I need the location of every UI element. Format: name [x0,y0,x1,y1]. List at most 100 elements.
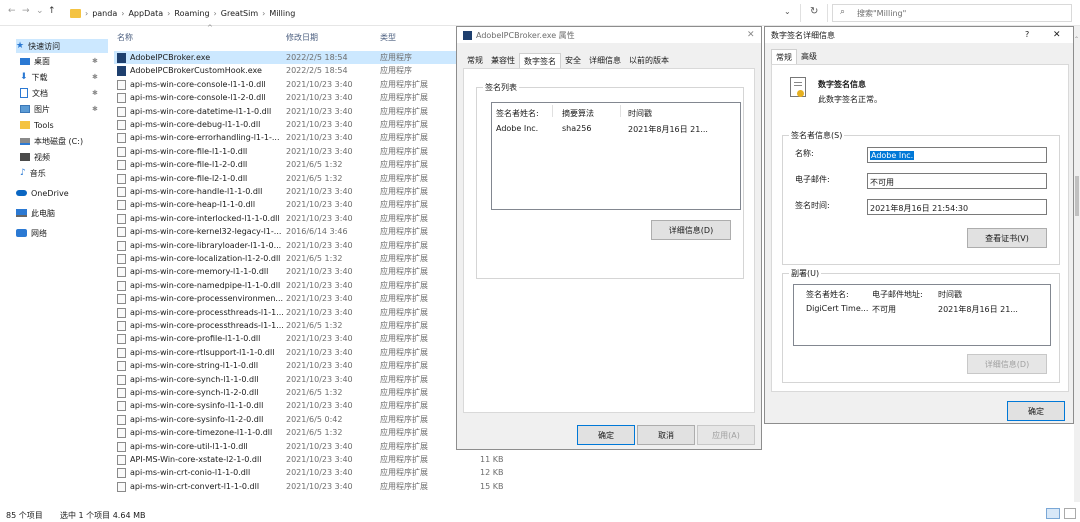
crumb-2[interactable]: AppData [128,9,163,18]
column-header-date[interactable]: 修改日期 [286,32,318,43]
table-row[interactable]: api-ms-win-crt-convert-l1-1-0.dll 2021/10… [114,480,459,493]
table-row[interactable]: api-ms-win-core-file-l1-2-0.dll 2021/6/5 … [114,158,459,171]
table-row[interactable]: API-MS-Win-core-xstate-l2-1-0.dll 2021/10… [114,453,459,466]
table-row[interactable]: api-ms-win-core-rtlsupport-l1-1-0.dll 202… [114,346,459,359]
table-row[interactable]: AdobeIPCBrokerCustomHook.exe 2022/2/5 18:… [114,64,459,77]
table-row[interactable]: api-ms-win-core-processthreads-l1-1... 20… [114,319,459,332]
table-row[interactable]: api-ms-win-core-debug-l1-1-0.dll 2021/10/… [114,118,459,131]
table-row[interactable]: api-ms-win-core-libraryloader-l1-1-0... 2… [114,239,459,252]
tab-digital-signatures[interactable]: 数字签名 [519,53,561,69]
table-row[interactable]: api-ms-win-core-sysinfo-l1-1-0.dll 2021/1… [114,399,459,412]
sidebar-item-pictures[interactable]: 图片 ✱ [20,102,98,116]
countersignature-list[interactable]: 签名者姓名: 电子邮件地址: 时间戳 DigiCert Time... 不可用 … [793,284,1051,346]
table-row[interactable]: api-ms-win-core-file-l1-1-0.dll 2021/10/2… [114,145,459,158]
pin-icon[interactable]: ✱ [92,57,98,65]
column-header-signer[interactable]: 签名者姓名: [496,108,539,119]
list-item[interactable]: Adobe Inc. sha256 2021年8月16日 21... [492,122,740,135]
name-field[interactable]: Adobe Inc. [867,147,1047,163]
apply-button[interactable]: 应用(A) [697,425,755,445]
signing-time-field[interactable]: 2021年8月16日 21:54:30 [867,199,1047,215]
sidebar-item-onedrive[interactable]: OneDrive [16,186,69,200]
table-row[interactable]: api-ms-win-core-heap-l1-1-0.dll 2021/10/2… [114,198,459,211]
details-view-icon[interactable] [1046,508,1060,519]
back-arrow-icon[interactable]: ← [8,6,16,16]
column-header-type[interactable]: 类型 [380,32,396,43]
ok-button[interactable]: 确定 [1007,401,1065,421]
pin-icon[interactable]: ✱ [92,73,98,81]
column-header-digest[interactable]: 摘要算法 [562,108,594,119]
tab-advanced[interactable]: 高级 [797,49,821,65]
search-input[interactable]: ⌕ 搜索"Milling" [832,4,1072,22]
pin-icon[interactable]: ✱ [92,105,98,113]
sidebar-item-quick-access[interactable]: ★ 快速访问 [16,39,108,53]
table-row[interactable]: api-ms-win-core-interlocked-l1-1-0.dll 20… [114,212,459,225]
close-icon[interactable]: ✕ [1053,30,1061,40]
column-header-email[interactable]: 电子邮件地址: [872,289,923,300]
table-row[interactable]: api-ms-win-core-console-l1-1-0.dll 2021/1… [114,78,459,91]
sidebar-item-downloads[interactable]: ⬇ 下载 ✱ [20,70,98,84]
email-field[interactable]: 不可用 [867,173,1047,189]
table-row[interactable]: api-ms-win-core-synch-l1-1-0.dll 2021/10/… [114,373,459,386]
column-header-timestamp[interactable]: 时间戳 [938,289,962,300]
table-row[interactable]: api-ms-win-core-memory-l1-1-0.dll 2021/10… [114,265,459,278]
crumb-3[interactable]: Roaming [174,9,209,18]
table-row[interactable]: api-ms-win-core-handle-l1-1-0.dll 2021/10… [114,185,459,198]
tab-security[interactable]: 安全 [561,53,585,69]
cancel-button[interactable]: 取消 [637,425,695,445]
tab-details[interactable]: 详细信息 [585,53,625,69]
help-icon[interactable]: ? [1025,30,1029,39]
countersignature-details-button[interactable]: 详细信息(D) [967,354,1047,374]
up-arrow-icon[interactable]: ↑ [48,6,56,16]
tab-general[interactable]: 常规 [771,49,797,65]
table-row[interactable]: api-ms-win-core-processthreads-l1-1... 20… [114,306,459,319]
scroll-up-icon[interactable]: ⌃ [1074,36,1079,43]
sidebar-item-music[interactable]: ♪ 音乐 [20,166,46,180]
signature-list[interactable]: 签名者姓名: 摘要算法 时间戳 Adobe Inc. sha256 2021年8… [491,102,741,210]
sidebar-item-network[interactable]: 网络 [16,226,47,240]
view-certificate-button[interactable]: 查看证书(V) [967,228,1047,248]
sidebar-item-documents[interactable]: 文档 ✱ [20,86,98,100]
table-row[interactable]: AdobeIPCBroker.exe 2022/2/5 18:54 应用程序 [114,51,459,64]
ok-button[interactable]: 确定 [577,425,635,445]
table-row[interactable]: api-ms-win-core-kernel32-legacy-l1-... 20… [114,225,459,238]
sidebar-item-tools[interactable]: Tools [20,118,54,132]
table-row[interactable]: api-ms-win-core-namedpipe-l1-1-0.dll 2021… [114,279,459,292]
column-header-timestamp[interactable]: 时间戳 [628,108,652,119]
table-row[interactable]: api-ms-win-core-file-l2-1-0.dll 2021/6/5 … [114,172,459,185]
tab-general[interactable]: 常规 [463,53,487,69]
table-row[interactable]: api-ms-win-core-util-l1-1-0.dll 2021/10/2… [114,440,459,453]
sidebar-item-desktop[interactable]: 桌面 ✱ [20,54,98,68]
table-row[interactable]: api-ms-win-core-string-l1-1-0.dll 2021/10… [114,359,459,372]
table-row[interactable]: api-ms-win-core-datetime-l1-1-0.dll 2021/… [114,105,459,118]
column-header-name[interactable]: 名称 [117,32,133,43]
sidebar-item-this-pc[interactable]: 此电脑 [16,206,55,220]
table-row[interactable]: api-ms-win-core-errorhandling-l1-1-... 20… [114,131,459,144]
crumb-1[interactable]: panda [92,9,117,18]
scrollbar[interactable]: ⌃ [1074,26,1080,502]
table-row[interactable]: api-ms-win-core-timezone-l1-1-0.dll 2021/… [114,426,459,439]
table-row[interactable]: api-ms-win-core-profile-l1-1-0.dll 2021/1… [114,332,459,345]
list-item[interactable]: DigiCert Time... 不可用 2021年8月16日 21... [794,302,1050,315]
crumb-4[interactable]: GreatSim [221,9,258,18]
column-header-signer[interactable]: 签名者姓名: [806,289,849,300]
table-row[interactable]: api-ms-win-core-sysinfo-l1-2-0.dll 2021/6… [114,413,459,426]
large-icons-view-icon[interactable] [1064,508,1076,519]
recent-chevron-icon[interactable]: ⌄ [36,6,44,16]
sidebar-item-videos[interactable]: 视频 [20,150,50,164]
details-button[interactable]: 详细信息(D) [651,220,731,240]
pin-icon[interactable]: ✱ [92,89,98,97]
crumb-5[interactable]: Milling [269,9,295,18]
close-icon[interactable]: ✕ [747,30,755,40]
tab-previous-versions[interactable]: 以前的版本 [625,53,673,69]
sidebar-item-local-disk[interactable]: 本地磁盘 (C:) [20,134,83,148]
tab-compatibility[interactable]: 兼容性 [487,53,519,69]
table-row[interactable]: api-ms-win-core-localization-l1-2-0.dll 2… [114,252,459,265]
forward-arrow-icon[interactable]: → [22,6,30,16]
table-row[interactable]: api-ms-win-crt-conio-l1-1-0.dll 2021/10/2… [114,466,459,479]
scroll-thumb[interactable] [1075,176,1079,216]
table-row[interactable]: api-ms-win-core-synch-l1-2-0.dll 2021/6/5… [114,386,459,399]
refresh-button[interactable]: ↻ [800,4,828,22]
table-row[interactable]: api-ms-win-core-processenvironmen... 2021… [114,292,459,305]
address-dropdown-icon[interactable]: ⌄ [784,7,791,16]
table-row[interactable]: api-ms-win-core-console-l1-2-0.dll 2021/1… [114,91,459,104]
